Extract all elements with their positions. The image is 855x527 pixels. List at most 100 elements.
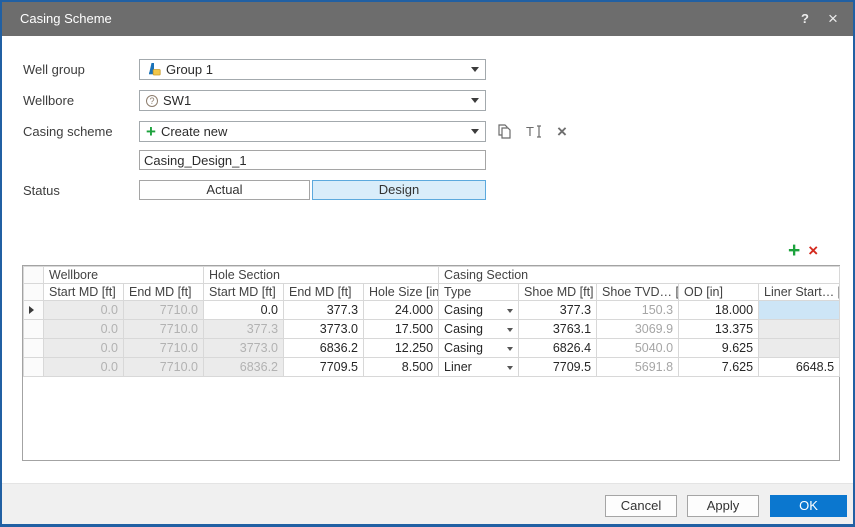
svg-text:T: T bbox=[526, 124, 534, 139]
grid-cell bbox=[759, 320, 840, 339]
grid-cell[interactable]: 150.3 bbox=[597, 301, 679, 320]
grid-cell[interactable]: 377.3 bbox=[519, 301, 597, 320]
type-dropdown-cell[interactable]: Liner bbox=[439, 358, 519, 377]
wellbore-dropdown[interactable]: ? SW1 bbox=[139, 90, 486, 111]
grid-cell[interactable]: 9.625 bbox=[679, 339, 759, 358]
type-value: Casing bbox=[444, 341, 483, 355]
casing-scheme-dropdown[interactable]: + Create new bbox=[139, 121, 486, 142]
type-value: Liner bbox=[444, 360, 472, 374]
close-icon[interactable]: × bbox=[819, 2, 847, 36]
grid-cell: 7710.0 bbox=[124, 301, 204, 320]
grid-cell[interactable]: 8.500 bbox=[364, 358, 439, 377]
type-value: Casing bbox=[444, 322, 483, 336]
grid-cell[interactable]: 7.625 bbox=[679, 358, 759, 377]
help-icon[interactable]: ? bbox=[793, 2, 817, 36]
wellbore-icon: ? bbox=[146, 95, 158, 107]
current-row-arrow-icon bbox=[29, 306, 34, 314]
dialog-title: Casing Scheme bbox=[20, 2, 112, 36]
grid-cell[interactable]: 18.000 bbox=[679, 301, 759, 320]
column-header: Start MD [ft] bbox=[204, 284, 284, 301]
grid-corner bbox=[24, 267, 44, 284]
status-design-button[interactable]: Design bbox=[312, 180, 486, 200]
cancel-button[interactable]: Cancel bbox=[605, 495, 677, 517]
column-header: Start MD [ft] bbox=[44, 284, 124, 301]
row-selector[interactable] bbox=[24, 320, 44, 339]
grid-cell: 0.0 bbox=[44, 320, 124, 339]
type-dropdown-cell[interactable]: Casing bbox=[439, 320, 519, 339]
scheme-actions: T × bbox=[495, 121, 567, 142]
wellbore-label: Wellbore bbox=[23, 93, 74, 108]
column-header: End MD [ft] bbox=[284, 284, 364, 301]
grid-cell[interactable]: 3763.1 bbox=[519, 320, 597, 339]
table-row: 0.07710.00.0377.324.000Casing377.3150.31… bbox=[24, 301, 840, 320]
grid-cell[interactable]: 377.3 bbox=[284, 301, 364, 320]
grid-cell: 7710.0 bbox=[124, 320, 204, 339]
status-label: Status bbox=[23, 183, 60, 198]
grid-cell: 0.0 bbox=[44, 301, 124, 320]
footer: Cancel Apply OK bbox=[2, 483, 853, 524]
grid-cell[interactable]: 24.000 bbox=[364, 301, 439, 320]
wellbore-value: SW1 bbox=[163, 93, 471, 108]
chevron-down-icon bbox=[471, 129, 479, 134]
add-row-icon[interactable]: + bbox=[788, 242, 800, 260]
grid-cell[interactable]: 17.500 bbox=[364, 320, 439, 339]
grid-cell[interactable]: 7709.5 bbox=[519, 358, 597, 377]
grid-cell[interactable]: 13.375 bbox=[679, 320, 759, 339]
delete-icon[interactable]: × bbox=[557, 124, 567, 140]
table-row: 0.07710.06836.27709.58.500Liner7709.5569… bbox=[24, 358, 840, 377]
grid-cell[interactable]: 3069.9 bbox=[597, 320, 679, 339]
group-header-wellbore: Wellbore bbox=[44, 267, 204, 284]
apply-button[interactable]: Apply bbox=[687, 495, 759, 517]
grid-cell[interactable]: 6836.2 bbox=[284, 339, 364, 358]
grid-cell[interactable]: 12.250 bbox=[364, 339, 439, 358]
grid-cell: 0.0 bbox=[44, 358, 124, 377]
casing-grid: Wellbore Hole Section Casing Section Sta… bbox=[22, 265, 840, 461]
rename-icon[interactable]: T bbox=[525, 123, 544, 140]
row-selector[interactable] bbox=[24, 301, 44, 320]
casing-scheme-value: Create new bbox=[161, 124, 471, 139]
grid-cell: 377.3 bbox=[204, 320, 284, 339]
chevron-down-icon bbox=[471, 98, 479, 103]
column-header: Hole Size [in] bbox=[364, 284, 439, 301]
column-header: Liner Start… [ft] bbox=[759, 284, 840, 301]
status-actual-button[interactable]: Actual bbox=[139, 180, 310, 200]
table-row: 0.07710.03773.06836.212.250Casing6826.45… bbox=[24, 339, 840, 358]
column-header: Type bbox=[439, 284, 519, 301]
well-group-dropdown[interactable]: Group 1 bbox=[139, 59, 486, 80]
type-dropdown-cell[interactable]: Casing bbox=[439, 301, 519, 320]
grid-cell[interactable]: 7709.5 bbox=[284, 358, 364, 377]
grid-cell[interactable]: 3773.0 bbox=[284, 320, 364, 339]
scheme-name-input[interactable] bbox=[139, 150, 486, 170]
chevron-down-icon bbox=[471, 67, 479, 72]
chevron-down-icon bbox=[507, 309, 513, 313]
group-header-row: Wellbore Hole Section Casing Section bbox=[24, 267, 840, 284]
chevron-down-icon bbox=[507, 366, 513, 370]
grid-cell[interactable]: 6826.4 bbox=[519, 339, 597, 358]
create-new-plus-icon: + bbox=[146, 124, 156, 139]
column-header: Shoe MD [ft] bbox=[519, 284, 597, 301]
row-selector[interactable] bbox=[24, 339, 44, 358]
chevron-down-icon bbox=[507, 347, 513, 351]
grid-cell[interactable]: 0.0 bbox=[204, 301, 284, 320]
grid-cell[interactable] bbox=[759, 301, 840, 320]
column-header: Shoe TVD… [ft] bbox=[597, 284, 679, 301]
grid-cell[interactable]: 5691.8 bbox=[597, 358, 679, 377]
type-value: Casing bbox=[444, 303, 483, 317]
group-header-hole-section: Hole Section bbox=[204, 267, 439, 284]
remove-row-icon[interactable]: × bbox=[808, 242, 818, 260]
well-group-icon bbox=[146, 62, 161, 77]
grid-cell: 7710.0 bbox=[124, 339, 204, 358]
well-group-label: Well group bbox=[23, 62, 85, 77]
copy-icon[interactable] bbox=[495, 123, 512, 140]
ok-button[interactable]: OK bbox=[770, 495, 847, 517]
casing-scheme-dialog: Casing Scheme ? × Well group Wellbore Ca… bbox=[0, 0, 855, 527]
grid-cell: 3773.0 bbox=[204, 339, 284, 358]
grid-cell[interactable]: 6648.5 bbox=[759, 358, 840, 377]
grid-cell[interactable]: 5040.0 bbox=[597, 339, 679, 358]
group-header-casing-section: Casing Section bbox=[439, 267, 840, 284]
type-dropdown-cell[interactable]: Casing bbox=[439, 339, 519, 358]
row-selector[interactable] bbox=[24, 358, 44, 377]
column-header-row: Start MD [ft] End MD [ft] Start MD [ft] … bbox=[24, 284, 840, 301]
grid-cell: 6836.2 bbox=[204, 358, 284, 377]
titlebar: Casing Scheme ? × bbox=[2, 2, 853, 36]
